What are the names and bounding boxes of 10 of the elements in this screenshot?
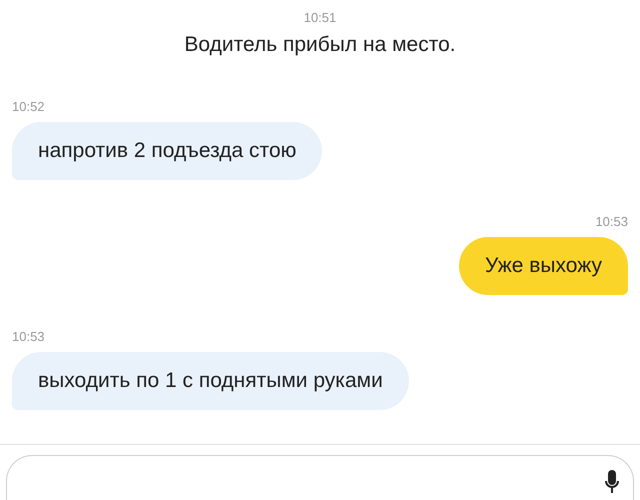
message-bubble: выходить по 1 с поднятыми руками: [12, 352, 409, 410]
message-bubble: напротив 2 подъезда стою: [12, 122, 322, 180]
message-input[interactable]: [6, 455, 634, 500]
message-bubble: Уже выхожу: [459, 237, 628, 295]
message-time: 10:53: [595, 214, 628, 229]
message-time: 10:53: [12, 329, 45, 344]
microphone-icon[interactable]: [605, 470, 619, 494]
message-time: 10:52: [12, 99, 45, 114]
message-time: 10:51: [304, 10, 336, 25]
system-message: Водитель прибыл на место.: [184, 33, 456, 57]
